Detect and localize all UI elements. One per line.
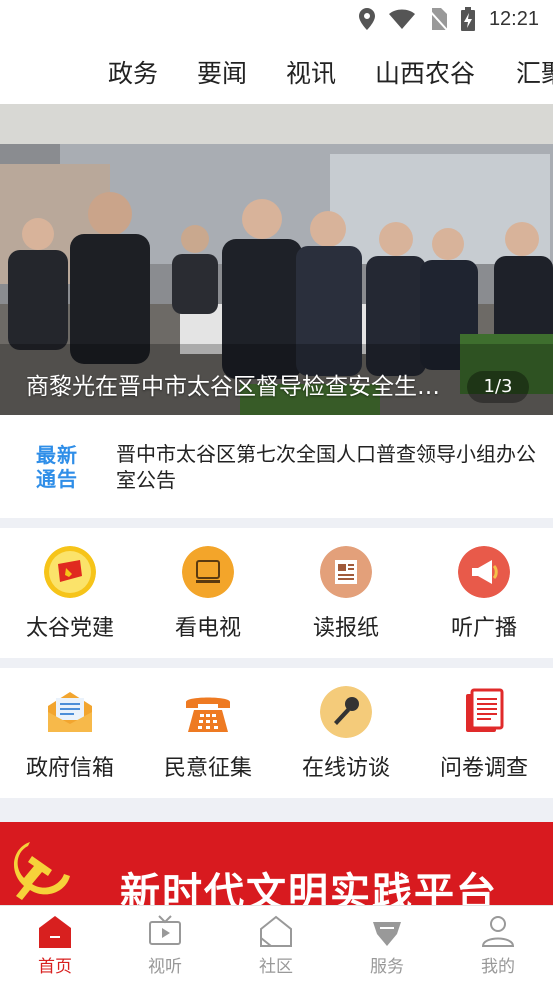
no-sim-icon — [428, 8, 447, 30]
battery-charging-icon — [460, 7, 475, 31]
latest-notice-logo: 最新 通告 — [36, 443, 78, 491]
notice-text[interactable]: 晋中市太谷区第七次全国人口普查领导小组办公室公告 — [116, 441, 536, 493]
tab-video[interactable]: 视听 — [125, 914, 205, 980]
service-party-building[interactable]: 太谷党建 — [5, 546, 135, 656]
tab-politics[interactable]: 政务 — [108, 54, 158, 90]
bottom-tab-bar: 首页 视听 社区 服务 我的 — [0, 905, 553, 983]
status-time: 12:21 — [488, 7, 539, 30]
service-public-opinion[interactable]: 民意征集 — [143, 686, 273, 796]
service-watch-tv[interactable]: 看电视 — [143, 546, 273, 656]
user-icon — [481, 916, 515, 947]
tab-headlines[interactable]: 要闻 — [197, 54, 247, 90]
newspaper-icon — [320, 546, 372, 598]
banner-caption: 商黎光在晋中市太谷区督导检查安全生产工作 — [26, 374, 446, 400]
tab-services[interactable]: 服务 — [347, 914, 427, 980]
service-listen-radio[interactable]: 听广播 — [419, 546, 549, 656]
status-bar: 12:21 — [0, 0, 553, 38]
mailbox-icon — [48, 692, 92, 732]
tab-video-news[interactable]: 视讯 — [286, 54, 336, 90]
news-banner[interactable]: 商黎光在晋中市太谷区督导检查安全生产工作 1/3 — [0, 104, 553, 415]
home-icon — [39, 916, 71, 948]
hammer-sickle-icon — [13, 842, 70, 900]
service-read-newspaper[interactable]: 读报纸 — [281, 546, 411, 656]
tab-gathering[interactable]: 汇聚 — [516, 54, 553, 90]
microphone-icon — [320, 686, 372, 738]
tv-icon — [182, 546, 234, 598]
category-tabs: 政务 要闻 视讯 山西农谷 汇聚 — [0, 46, 553, 98]
promo-title: 新时代文明实践平台 — [120, 870, 498, 908]
service-questionnaire[interactable]: 问卷调查 — [419, 686, 549, 796]
service-row-government: 政府信箱 民意征集 在线访谈 问卷调查 — [0, 668, 553, 798]
divider — [0, 798, 553, 822]
banner-pager: 1/3 — [467, 371, 529, 403]
tab-profile[interactable]: 我的 — [458, 914, 538, 980]
video-icon — [149, 915, 181, 945]
location-icon — [358, 8, 375, 30]
civilization-practice-banner[interactable]: 新时代文明实践平台 — [0, 822, 553, 908]
divider — [0, 658, 553, 668]
service-row-media: 太谷党建 看电视 读报纸 听广播 — [0, 528, 553, 658]
tab-community[interactable]: 社区 — [236, 914, 316, 980]
latest-notice[interactable]: 最新 通告 晋中市太谷区第七次全国人口普查领导小组办公室公告 — [0, 415, 553, 518]
wifi-icon — [388, 9, 415, 29]
party-emblem-icon — [44, 546, 96, 598]
telephone-icon — [186, 697, 230, 732]
divider — [0, 518, 553, 528]
service-government-mailbox[interactable]: 政府信箱 — [5, 686, 135, 796]
service-online-interview[interactable]: 在线访谈 — [281, 686, 411, 796]
service-icon — [373, 922, 401, 946]
document-icon — [466, 688, 504, 732]
community-icon — [260, 915, 292, 947]
tab-home[interactable]: 首页 — [15, 914, 95, 980]
megaphone-icon — [458, 546, 510, 598]
tab-shanxi-agri-valley[interactable]: 山西农谷 — [375, 54, 475, 90]
